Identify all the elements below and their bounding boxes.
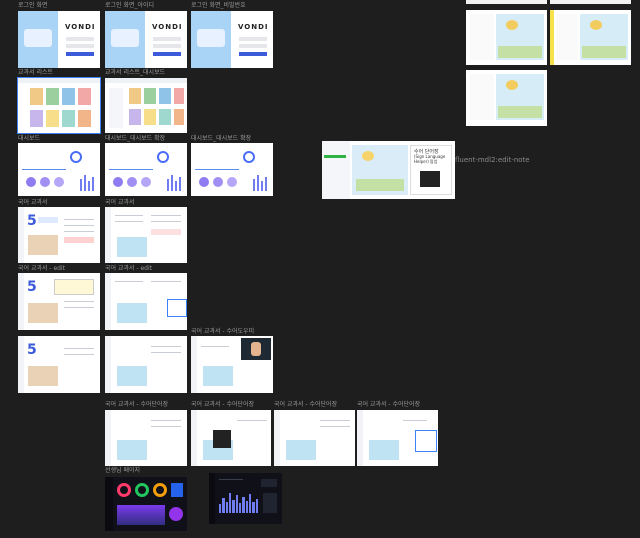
frame-label-login-pw: 로그인 화면_비밀번호 xyxy=(191,2,246,9)
teacher-bar xyxy=(229,493,232,513)
frame-dashboard[interactable] xyxy=(18,143,100,196)
frame-label-korean-2: 국어 교과서 xyxy=(105,199,135,206)
frame-label-korean-edit-1: 국어 교과서 - edit xyxy=(18,265,66,272)
frame-label-korean-sign-4: 국어 교과서 - 수어단어장 xyxy=(357,401,421,408)
side-note: fluent-mdl2:edit-note xyxy=(455,156,530,164)
frame-label-textbook-list-dash: 교과서 리스트_대시보드 xyxy=(105,69,166,76)
frame-korean-row6-2[interactable] xyxy=(105,336,187,393)
chapter-number-row6: 5 xyxy=(27,342,37,358)
frame-label-login: 로그인 화면 xyxy=(18,2,48,9)
login-pw-logo: VONDI xyxy=(238,23,269,31)
login-logo: VONDI xyxy=(65,23,96,31)
frame-korean-2[interactable] xyxy=(105,207,187,263)
frame-label-korean-1: 국어 교과서 xyxy=(18,199,48,206)
frame-login-id[interactable]: VONDI xyxy=(105,11,187,68)
frame-korean-right-3[interactable] xyxy=(466,70,547,126)
popup-line-2: Helper) 팝업 xyxy=(414,159,438,164)
teacher-bar xyxy=(242,496,245,513)
frame-korean-sign-4[interactable] xyxy=(357,410,438,466)
frame-label-dashboard-expand-1: 대시보드_대시보드 확장 xyxy=(105,135,166,142)
frame-korean-row6-1[interactable]: 5 xyxy=(18,336,100,393)
frame-label-login-id: 로그인 화면_아이디 xyxy=(105,2,155,9)
frame-label-korean-helper: 국어 교과서 - 수어도우미 xyxy=(191,328,255,335)
frame-teacher-page-1[interactable] xyxy=(105,477,187,531)
frame-korean-sign-3[interactable] xyxy=(274,410,355,466)
frame-dashboard-expand-2[interactable] xyxy=(191,143,273,196)
frame-label-korean-sign-2: 국어 교과서 - 수어단어장 xyxy=(191,401,255,408)
frame-label-teacher-page: 선생님 페이지 xyxy=(105,467,141,474)
teacher-bar xyxy=(232,499,235,513)
frame-dashboard-expand-1[interactable] xyxy=(105,143,187,196)
teacher-bar xyxy=(245,500,248,513)
frame-sign-helper-popup[interactable]: 수어 단어장 (Sign Language Helper) 팝업 xyxy=(322,141,455,199)
chapter-number-edit: 5 xyxy=(27,279,37,295)
frame-korean-sign-1[interactable] xyxy=(105,410,187,466)
teacher-bar-chart xyxy=(219,491,259,513)
frame-label-textbook-list: 교과서 리스트 xyxy=(18,69,54,76)
frame-label-korean-sign-1: 국어 교과서 - 수어단어장 xyxy=(105,401,169,408)
frame-korean-helper[interactable] xyxy=(191,336,273,393)
frame-label-korean-edit-2: 국어 교과서 - edit xyxy=(105,265,153,272)
teacher-bar xyxy=(219,504,222,513)
frame-topright-2[interactable] xyxy=(550,0,631,4)
frame-login[interactable]: VONDI xyxy=(18,11,100,68)
frame-teacher-page-2[interactable] xyxy=(209,473,282,524)
teacher-bar xyxy=(255,498,258,513)
frame-korean-sign-2[interactable] xyxy=(191,410,271,466)
teacher-bar xyxy=(249,494,252,513)
teacher-bar xyxy=(239,503,242,513)
frame-login-pw[interactable]: VONDI xyxy=(191,11,273,68)
frame-korean-right-2[interactable] xyxy=(550,10,631,65)
teacher-bar xyxy=(222,497,225,513)
frame-textbook-list-dash[interactable] xyxy=(105,78,187,133)
frame-textbook-list[interactable] xyxy=(17,77,101,134)
login-id-logo: VONDI xyxy=(152,23,183,31)
chapter-number: 5 xyxy=(27,213,37,229)
frame-korean-right-1[interactable] xyxy=(466,10,547,65)
frame-topright-1[interactable] xyxy=(466,0,547,4)
frame-korean-1[interactable]: 5 xyxy=(18,207,100,263)
frame-korean-edit-2[interactable] xyxy=(105,273,187,330)
teacher-bar xyxy=(252,502,255,513)
frame-label-korean-sign-3: 국어 교과서 - 수어단어장 xyxy=(274,401,338,408)
frame-korean-edit-1[interactable]: 5 xyxy=(18,273,100,330)
teacher-bar xyxy=(235,495,238,513)
frame-label-dashboard-expand-2: 대시보드_대시보드 확장 xyxy=(191,135,252,142)
frame-label-dashboard: 대시보드 xyxy=(18,135,41,142)
teacher-bar xyxy=(225,502,228,513)
